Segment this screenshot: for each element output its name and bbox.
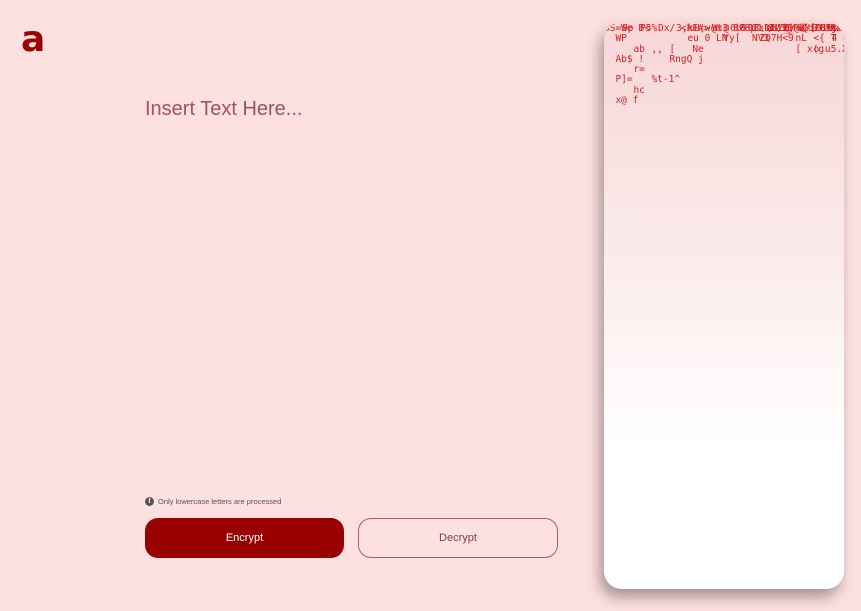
encrypt-button[interactable]: Encrypt — [145, 518, 344, 558]
matrix-rain-panel: SS=We B WP Ab$ ! P]= x@ f 9p < ab r= hc … — [604, 22, 844, 589]
info-icon: ! — [145, 497, 154, 506]
decrypt-button[interactable]: Decrypt — [358, 518, 558, 558]
plaintext-input[interactable] — [145, 98, 555, 468]
matrix-column: 0-8 \ 4 6Yr@ — [820, 23, 844, 45]
lowercase-note: ! Only lowercase letters are processed — [145, 497, 281, 506]
lowercase-note-text: Only lowercase letters are processed — [158, 497, 282, 506]
app-logo: a — [21, 19, 46, 60]
